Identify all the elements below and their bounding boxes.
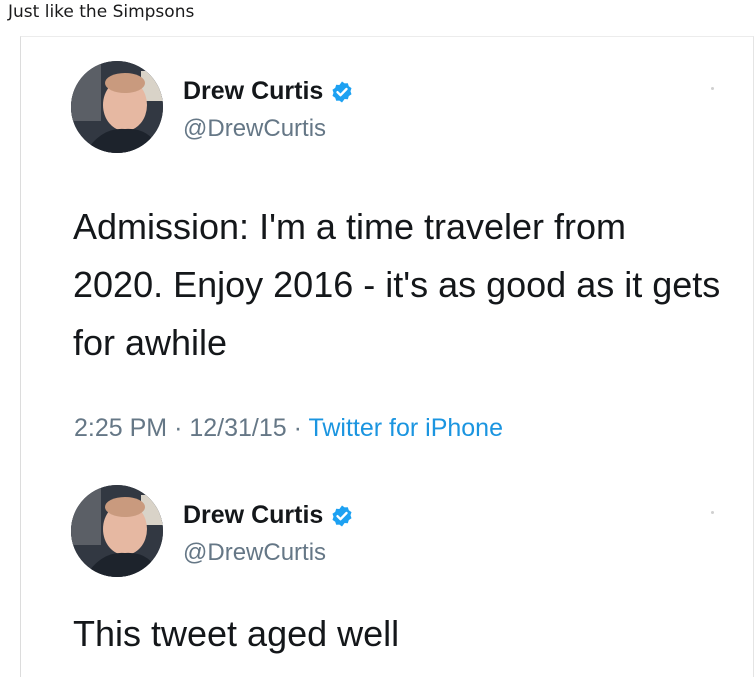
tweet-time[interactable]: 2:25 PM xyxy=(74,414,167,442)
author-handle[interactable]: @DrewCurtis xyxy=(183,539,326,567)
tweet-date[interactable]: 12/31/15 xyxy=(189,414,286,442)
author-row: Drew Curtis xyxy=(183,501,354,530)
avatar xyxy=(71,61,163,153)
tweet-source-link[interactable]: Twitter for iPhone xyxy=(308,414,503,442)
author-handle[interactable]: @DrewCurtis xyxy=(183,115,326,143)
post-title: Just like the Simpsons xyxy=(8,2,195,22)
more-icon[interactable] xyxy=(711,511,714,514)
author-name[interactable]: Drew Curtis xyxy=(183,77,323,106)
meta-separator: · xyxy=(293,414,302,442)
author-row: Drew Curtis xyxy=(183,77,354,106)
more-icon[interactable] xyxy=(711,87,714,90)
tweet-text: This tweet aged well xyxy=(73,613,400,654)
author-name[interactable]: Drew Curtis xyxy=(183,501,323,530)
avatar xyxy=(71,485,163,577)
meta-separator: · xyxy=(174,414,183,442)
tweet-screenshot-card: Drew Curtis @DrewCurtis Admission: I'm a… xyxy=(20,36,754,677)
tweet-text: Admission: I'm a time traveler from 2020… xyxy=(73,206,721,363)
verified-badge-icon xyxy=(332,505,352,526)
verified-badge-icon xyxy=(332,81,352,102)
tweet-meta: 2:25 PM · 12/31/15 · Twitter for iPhone xyxy=(74,414,503,443)
